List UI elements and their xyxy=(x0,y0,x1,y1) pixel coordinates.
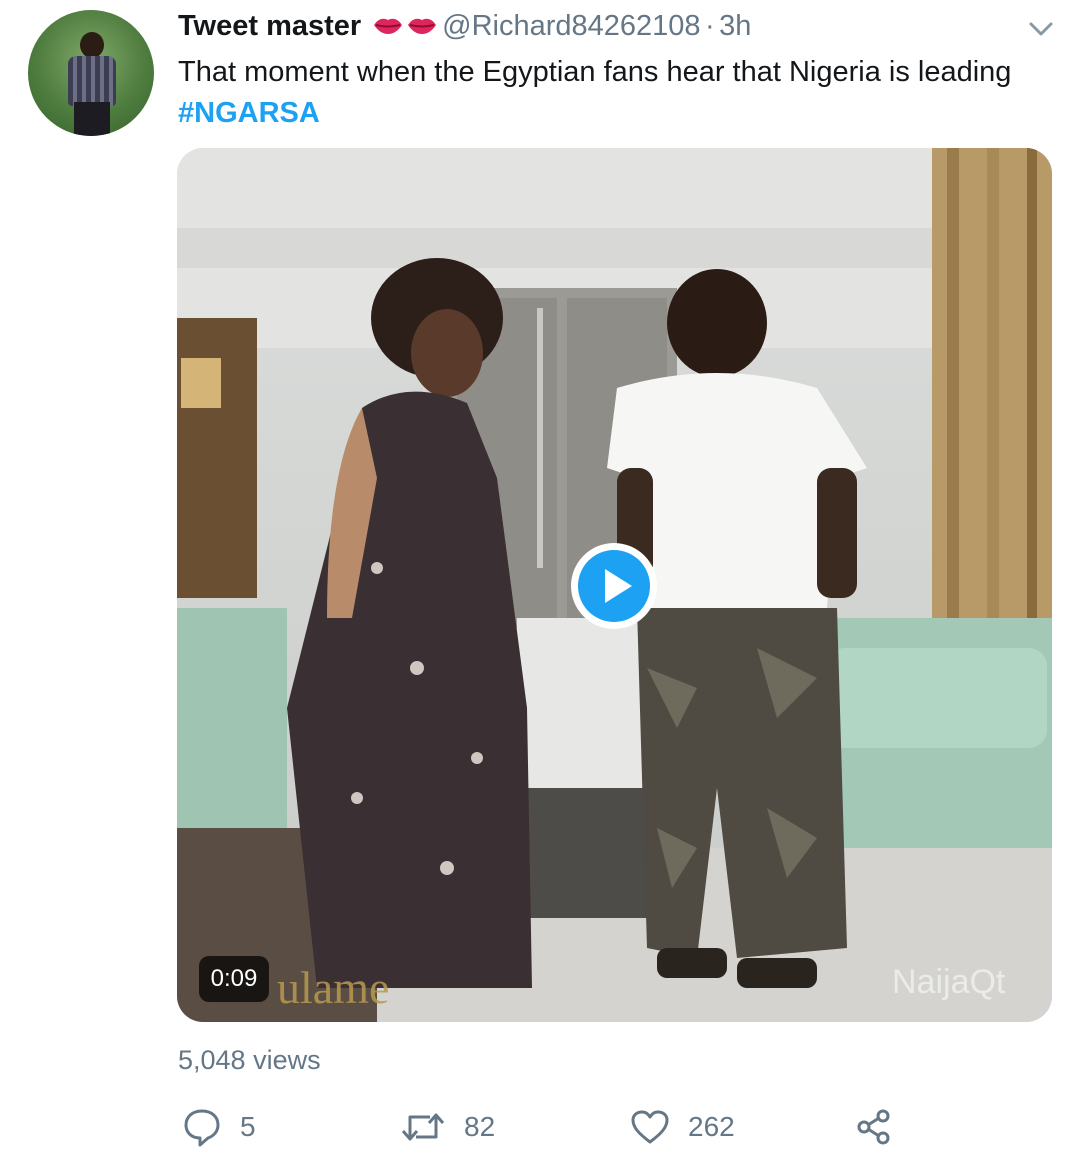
author-handle[interactable]: @Richard84262108 xyxy=(442,10,700,42)
retweet-count: 82 xyxy=(464,1111,496,1142)
retweet-icon xyxy=(401,1113,445,1141)
view-count: 5,048 views xyxy=(178,1045,321,1075)
hashtag-link[interactable]: #NGARSA xyxy=(178,97,320,129)
lips-emoji-icon xyxy=(373,18,436,34)
reply-action[interactable]: 5 xyxy=(182,1106,256,1148)
watermark-left: ulame xyxy=(277,962,389,1013)
tweet-header: Tweet master @Richard84262108 · 3h xyxy=(178,10,1060,48)
avatar-head xyxy=(80,32,104,58)
like-count: 262 xyxy=(688,1111,735,1142)
reply-count: 5 xyxy=(240,1111,256,1142)
chevron-down-icon[interactable] xyxy=(1028,20,1054,38)
retweet-action[interactable]: 82 xyxy=(400,1106,495,1148)
tweet-body: That moment when the Egyptian fans hear … xyxy=(178,56,1012,88)
share-icon xyxy=(857,1109,890,1145)
avatar-legs xyxy=(74,102,110,136)
like-action[interactable]: 262 xyxy=(630,1106,735,1148)
share-action[interactable] xyxy=(856,1106,892,1148)
watermark-right: NaijaQt xyxy=(892,963,1006,1001)
avatar[interactable] xyxy=(28,10,154,136)
reply-icon xyxy=(184,1109,220,1147)
tweet-time[interactable]: 3h xyxy=(719,10,751,42)
video-duration: 0:09 xyxy=(199,956,269,1002)
avatar-torso xyxy=(68,56,116,106)
author-name[interactable]: Tweet master xyxy=(178,10,361,42)
tweet-text: That moment when the Egyptian fans hear … xyxy=(178,52,1038,134)
play-button-icon[interactable] xyxy=(568,540,660,632)
separator: · xyxy=(704,10,715,42)
heart-icon xyxy=(631,1110,669,1144)
